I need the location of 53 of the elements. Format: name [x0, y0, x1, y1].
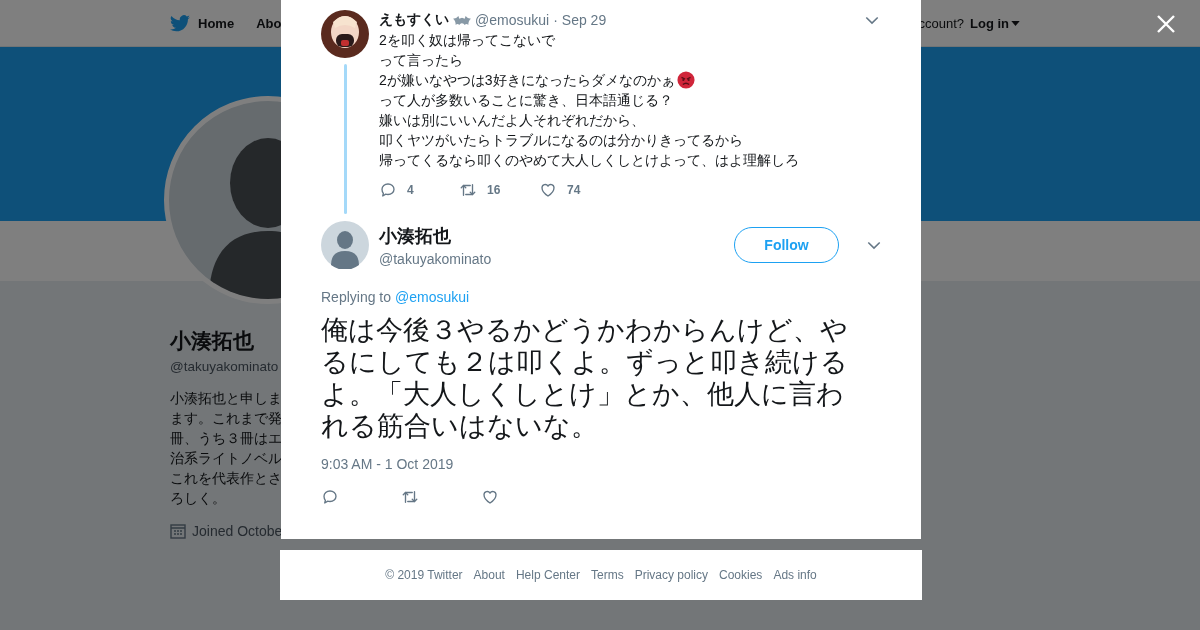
tweet-text: って言ったら: [379, 51, 463, 70]
caret-icon[interactable]: [865, 15, 879, 25]
caret-icon[interactable]: [867, 240, 881, 250]
bio-text: ろしく。: [170, 490, 226, 508]
footer-link[interactable]: Privacy policy: [634, 568, 708, 582]
footer-link[interactable]: Terms: [591, 568, 624, 582]
footer-link[interactable]: Ads info: [773, 568, 817, 582]
nav-link[interactable]: Abo: [256, 15, 282, 31]
avatar: [321, 10, 369, 58]
replying-label: Replying to: [321, 289, 392, 305]
tweet-timestamp[interactable]: 9:03 AM - 1 Oct 2019: [321, 456, 881, 472]
join-date: Joined Octobe: [192, 523, 283, 539]
calendar-icon: [170, 523, 186, 539]
login-link[interactable]: Log in: [970, 15, 1020, 31]
profile-name: 小湊拓也: [170, 328, 254, 354]
retweet-count: 16: [487, 183, 501, 197]
nav-link[interactable]: Home: [198, 15, 235, 31]
follow-button[interactable]: Follow: [734, 227, 839, 263]
footer-link[interactable]: Help Center: [515, 568, 580, 582]
bio-text: 冊、うち３冊はエ: [170, 430, 282, 448]
bio-text: これを代表作とさ: [170, 470, 282, 488]
footer-link[interactable]: About: [473, 568, 505, 582]
reply-icon[interactable]: [379, 181, 397, 199]
user-name[interactable]: 小湊拓也: [379, 223, 724, 248]
reply-count: 4: [407, 183, 414, 197]
tweet-date[interactable]: Sep 29: [561, 12, 607, 28]
tweet-text: 2が嫌いなやつは3好きになったらダメなのかぁ: [379, 71, 675, 90]
bio-text: 小湊拓也と申しま: [170, 390, 282, 408]
bat-icon: [453, 14, 471, 26]
mention-link[interactable]: @emosukui: [395, 289, 470, 305]
like-count: 74: [567, 183, 581, 197]
tweet-text: 嫌いは別にいいんだよ人それぞれだから、: [379, 111, 645, 130]
heart-icon[interactable]: [539, 181, 557, 199]
user-name[interactable]: えもすくい: [379, 11, 449, 29]
footer-link[interactable]: Cookies: [719, 568, 763, 582]
separator-dot: ·: [553, 12, 558, 28]
retweet-icon[interactable]: [401, 488, 419, 506]
tweet-text: 俺は今後３やるかどうかわからんけど、やるにしても２は叩くよ。ずっと叩き続けるよ。「大人しくしとけ」とか、他人に言われる筋合いはないな。: [321, 314, 849, 442]
close-icon[interactable]: [1157, 15, 1175, 33]
bio-text: ます。これまで発: [170, 410, 282, 428]
tweet-text: 2を叩く奴は帰ってこないで: [379, 31, 555, 50]
user-handle[interactable]: @emosukui: [475, 12, 550, 28]
tweet-text: って人が多数いることに驚き、日本語通じる？: [379, 91, 673, 110]
tweet-text: 帰ってくるなら叩くのやめて大人しくしとけよって、はよ理解しろ: [379, 151, 799, 170]
reply-icon[interactable]: [321, 488, 339, 506]
profile-handle[interactable]: @takuyakominato: [170, 359, 279, 374]
copyright-text: © 2019 Twitter: [385, 568, 463, 582]
caret-icon: [1011, 20, 1020, 26]
bio-text: 治系ライトノベル: [170, 450, 282, 468]
heart-icon[interactable]: [481, 488, 499, 506]
retweet-icon[interactable]: [459, 181, 477, 199]
user-handle[interactable]: @takuyakominato: [379, 250, 724, 267]
tweet-text: 叩くヤツがいたらトラブルになるのは分かりきってるから: [379, 131, 743, 150]
